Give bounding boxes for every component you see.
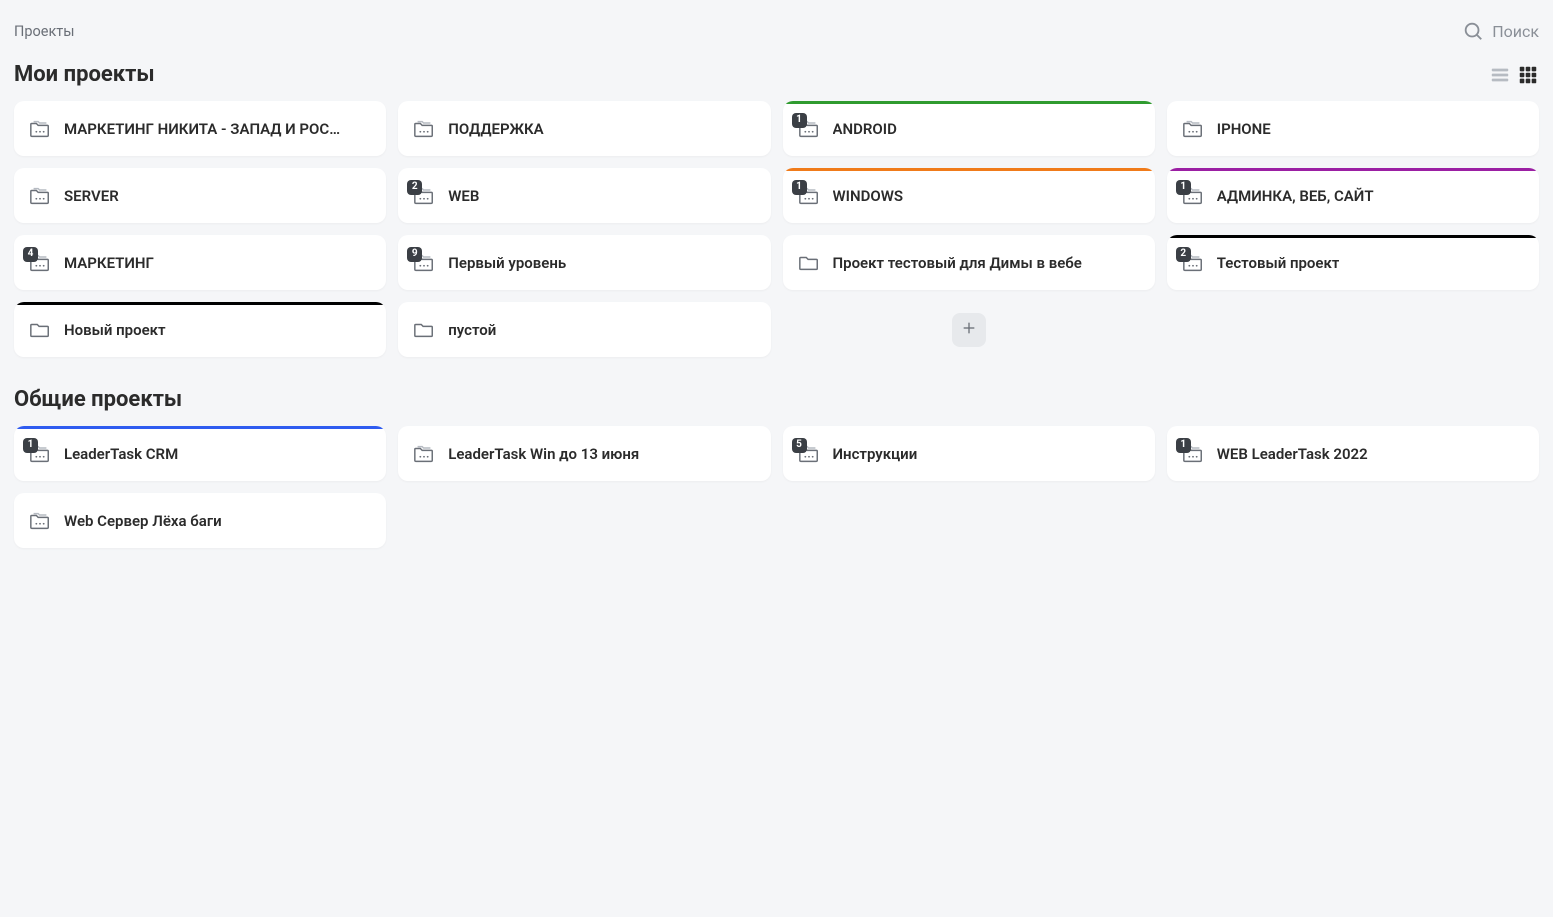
project-card[interactable]: 4 МАРКЕТИНГ [14, 235, 386, 290]
project-card[interactable]: пустой [398, 302, 770, 357]
project-title: МАРКЕТИНГ НИКИТА - ЗАПАД И РОС… [64, 120, 340, 138]
folder-icon [412, 319, 436, 341]
project-card[interactable]: 1 WEB LeaderTask 2022 [1167, 426, 1539, 481]
project-card[interactable]: 5 Инструкции [783, 426, 1155, 481]
project-title: Инструкции [833, 445, 918, 463]
section-title-my: Мои проекты [14, 62, 155, 87]
topbar: Проекты Поиск [14, 14, 1539, 62]
count-badge: 1 [23, 438, 38, 453]
project-title: Новый проект [64, 321, 166, 339]
folder-multi-icon: 5 [797, 443, 821, 465]
section-header-shared: Общие проекты [14, 387, 1539, 412]
project-card[interactable]: SERVER [14, 168, 386, 223]
plus-icon [961, 320, 977, 340]
search-icon [1462, 20, 1484, 42]
folder-multi-icon: 1 [1181, 185, 1205, 207]
project-card[interactable]: 1 АДМИНКА, ВЕБ, САЙТ [1167, 168, 1539, 223]
count-badge: 1 [1176, 180, 1191, 195]
folder-multi-icon [412, 118, 436, 140]
project-title: ANDROID [833, 120, 897, 138]
project-card[interactable]: 2 Тестовый проект [1167, 235, 1539, 290]
folder-multi-icon [1181, 118, 1205, 140]
folder-icon [797, 252, 821, 274]
count-badge: 5 [792, 438, 807, 453]
project-card[interactable]: 9 Первый уровень [398, 235, 770, 290]
folder-multi-icon [28, 118, 52, 140]
count-badge: 2 [1176, 247, 1191, 262]
project-title: МАРКЕТИНГ [64, 254, 154, 272]
count-badge: 1 [792, 180, 807, 195]
folder-icon [28, 319, 52, 341]
project-card[interactable]: 1 ANDROID [783, 101, 1155, 156]
folder-multi-icon [28, 185, 52, 207]
project-card[interactable]: IPHONE [1167, 101, 1539, 156]
projects-grid-shared: 1 LeaderTask CRM LeaderTask Win до 13 июн… [14, 426, 1539, 548]
project-card[interactable]: 1 WINDOWS [783, 168, 1155, 223]
project-card[interactable]: МАРКЕТИНГ НИКИТА - ЗАПАД И РОС… [14, 101, 386, 156]
folder-multi-icon [28, 510, 52, 532]
project-title: пустой [448, 321, 496, 339]
project-title: Первый уровень [448, 254, 566, 272]
project-card[interactable]: ПОДДЕРЖКА [398, 101, 770, 156]
project-title: ПОДДЕРЖКА [448, 120, 543, 138]
search-button[interactable]: Поиск [1462, 20, 1539, 42]
project-card[interactable]: Проект тестовый для Димы в вебе [783, 235, 1155, 290]
folder-multi-icon: 1 [797, 118, 821, 140]
project-card[interactable]: LeaderTask Win до 13 июня [398, 426, 770, 481]
count-badge: 1 [1176, 438, 1191, 453]
folder-multi-icon: 1 [797, 185, 821, 207]
folder-multi-icon: 1 [1181, 443, 1205, 465]
count-badge: 1 [792, 113, 807, 128]
folder-multi-icon: 2 [1181, 252, 1205, 274]
add-project-button[interactable] [783, 302, 1155, 357]
count-badge: 4 [23, 247, 38, 262]
search-label: Поиск [1492, 22, 1539, 41]
folder-multi-icon: 1 [28, 443, 52, 465]
project-card[interactable]: 2 WEB [398, 168, 770, 223]
section-header-my: Мои проекты [14, 62, 1539, 87]
list-view-icon[interactable] [1489, 64, 1511, 86]
project-title: IPHONE [1217, 120, 1271, 138]
project-card[interactable]: Web Сервер Лёха баги [14, 493, 386, 548]
project-title: WINDOWS [833, 187, 904, 205]
breadcrumb[interactable]: Проекты [14, 23, 75, 40]
project-card[interactable]: Новый проект [14, 302, 386, 357]
folder-multi-icon: 9 [412, 252, 436, 274]
project-title: LeaderTask Win до 13 июня [448, 445, 639, 463]
folder-multi-icon [412, 443, 436, 465]
folder-multi-icon: 4 [28, 252, 52, 274]
project-card[interactable]: 1 LeaderTask CRM [14, 426, 386, 481]
section-title-shared: Общие проекты [14, 387, 182, 412]
projects-grid-my: МАРКЕТИНГ НИКИТА - ЗАПАД И РОС… ПОДДЕРЖК… [14, 101, 1539, 357]
project-title: LeaderTask CRM [64, 445, 178, 463]
count-badge: 2 [407, 180, 422, 195]
project-title: Тестовый проект [1217, 254, 1340, 272]
project-title: Проект тестовый для Димы в вебе [833, 254, 1082, 272]
count-badge: 9 [407, 247, 422, 262]
project-title: WEB [448, 187, 479, 205]
grid-view-icon[interactable] [1517, 64, 1539, 86]
view-toggles [1489, 64, 1539, 86]
project-title: АДМИНКА, ВЕБ, САЙТ [1217, 187, 1374, 205]
project-title: Web Сервер Лёха баги [64, 512, 222, 530]
project-title: WEB LeaderTask 2022 [1217, 445, 1368, 463]
project-title: SERVER [64, 187, 119, 205]
folder-multi-icon: 2 [412, 185, 436, 207]
